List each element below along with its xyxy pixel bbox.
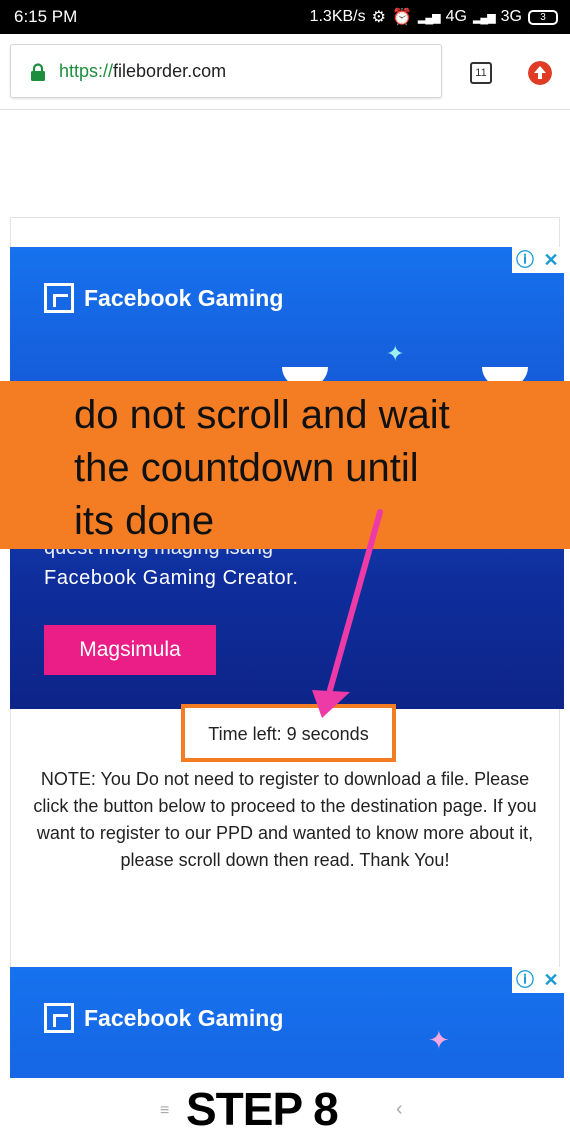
countdown-text: Time left: 9 seconds	[208, 724, 369, 744]
ad-close-icon-bottom[interactable]: ✕	[538, 967, 564, 993]
url-host: fileborder.com	[113, 61, 227, 81]
network-speed: 1.3KB/s	[309, 8, 366, 25]
ad-brand-row-bottom: Facebook Gaming	[44, 1003, 283, 1033]
ad-info-icon-bottom[interactable]: ⓘ	[512, 967, 538, 993]
facebook-gaming-logo-icon-bottom	[44, 1003, 74, 1033]
alarm-icon: ⏰	[391, 9, 412, 26]
ad-close-icon[interactable]: ✕	[538, 247, 564, 273]
signal-icon: ▂▄▆	[417, 11, 441, 24]
facebook-gaming-logo-icon	[44, 283, 74, 313]
browser-toolbar: https://fileborder.com 11	[0, 34, 570, 110]
annotation-line-3: its done	[74, 499, 215, 543]
annotation-text: do not scroll and wait the countdown unt…	[74, 389, 544, 548]
note-text: NOTE: You Do not need to register to dow…	[33, 769, 537, 870]
signal-icon-2: ▂▄▆	[472, 11, 496, 24]
ad-info-icon[interactable]: ⓘ	[512, 247, 538, 273]
url-scheme: https://	[59, 61, 114, 81]
network-type-2: 3G	[500, 8, 522, 25]
ad-brand-row: Facebook Gaming	[44, 283, 283, 313]
countdown-highlight-box: Time left: 9 seconds	[181, 704, 396, 762]
lock-icon	[31, 63, 45, 81]
status-bar: 6:15 PM 1.3KB/s ⚙ ⏰ ▂▄▆ 4G ▂▄▆ 3G 3	[0, 0, 570, 34]
url-text: https://fileborder.com	[59, 61, 226, 82]
sparkle-icon-bottom: ✦	[428, 1025, 450, 1055]
ad-brand-name: Facebook Gaming	[84, 284, 284, 311]
sync-icon: ⚙	[371, 9, 386, 26]
ad-badges-bottom: ⓘ ✕	[512, 967, 564, 993]
annotation-banner: do not scroll and wait the countdown unt…	[0, 381, 570, 549]
tabs-button[interactable]: 11	[470, 62, 492, 84]
ad-badges: ⓘ ✕	[512, 247, 564, 273]
ad-brand-name-bottom: Facebook Gaming	[84, 1004, 284, 1031]
upload-icon[interactable]	[528, 61, 552, 85]
magsimula-button[interactable]: Magsimula	[44, 625, 216, 675]
back-icon[interactable]: ‹	[396, 1098, 403, 1121]
step-bar: ≡ STEP 8 ‹	[0, 1078, 570, 1140]
step-label: STEP 8	[186, 1083, 339, 1135]
ad-body-line2: Facebook Gaming Creator.	[44, 567, 299, 589]
annotation-line-1: do not scroll and wait	[74, 393, 450, 437]
status-time: 6:15 PM	[14, 7, 78, 26]
sparkle-icon: ✦	[386, 341, 405, 366]
annotation-line-2: the countdown until	[74, 446, 419, 490]
network-type-1: 4G	[445, 8, 467, 25]
status-icons: 1.3KB/s ⚙ ⏰ ▂▄▆ 4G ▂▄▆ 3G 3	[310, 7, 558, 27]
menu-icon[interactable]: ≡	[160, 1102, 169, 1120]
battery-icon: 3	[528, 9, 558, 25]
address-bar[interactable]: https://fileborder.com	[10, 44, 442, 98]
